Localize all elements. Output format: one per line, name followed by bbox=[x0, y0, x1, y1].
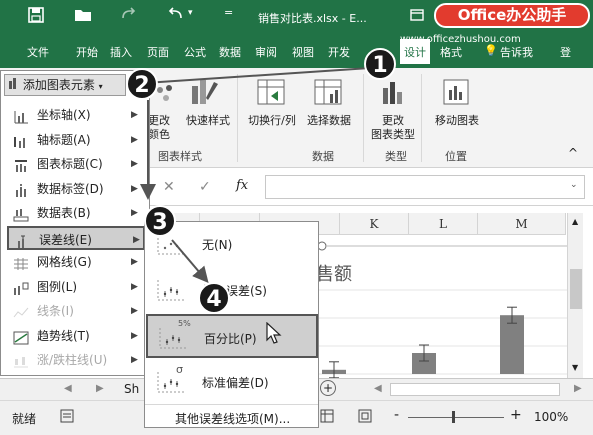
annotation-arrows bbox=[126, 67, 371, 284]
step-callout-4: 4 bbox=[198, 282, 230, 314]
step-callout-1: 1 bbox=[364, 48, 396, 80]
step-callout-3: 3 bbox=[144, 205, 176, 237]
arrow-3-to-4 bbox=[171, 239, 209, 284]
step-callout-2: 2 bbox=[126, 68, 158, 100]
arrow-1-to-2 bbox=[126, 67, 371, 92]
